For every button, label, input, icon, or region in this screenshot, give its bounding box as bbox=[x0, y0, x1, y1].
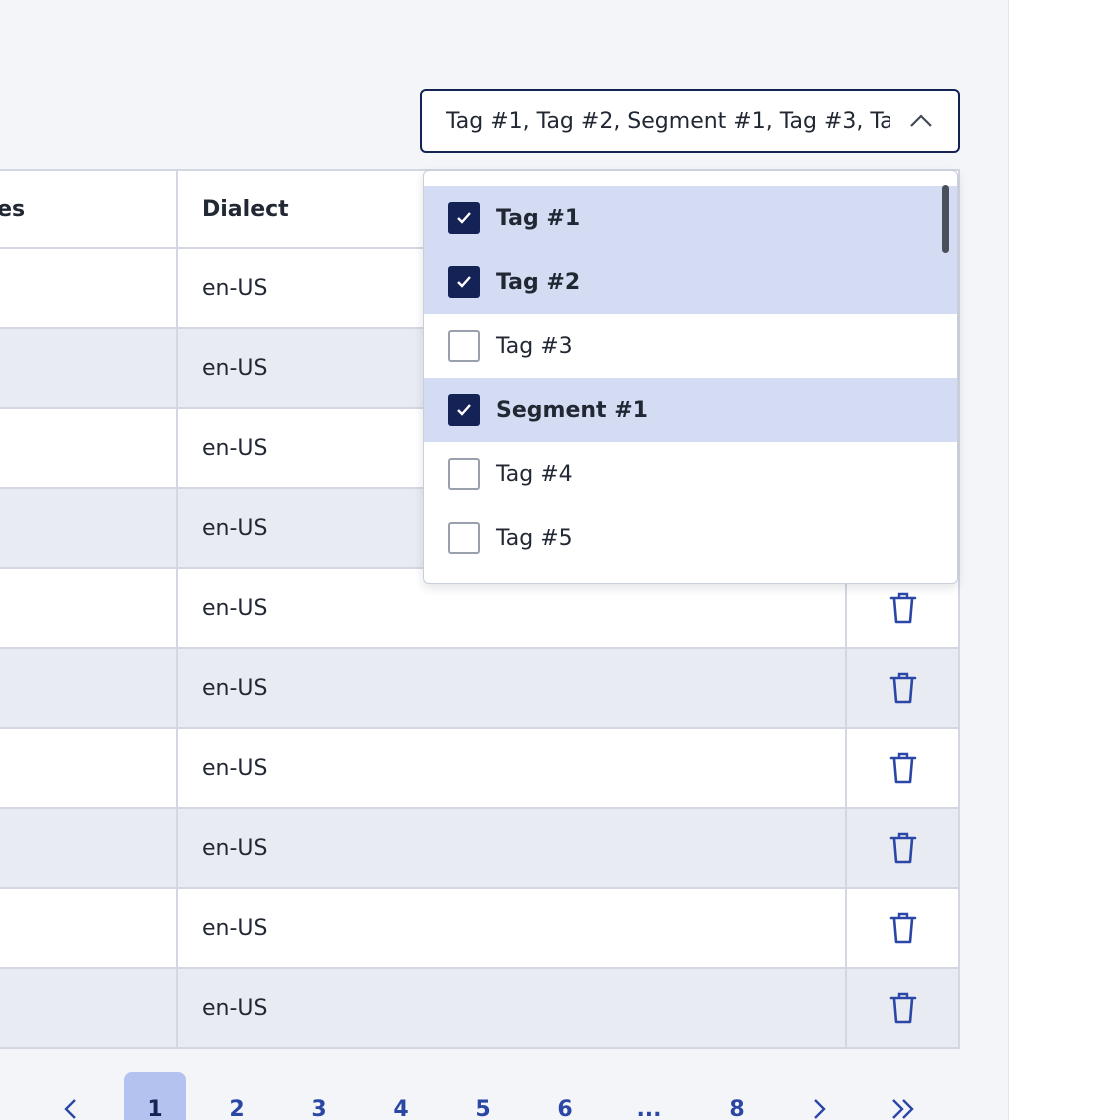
tag-filter-select[interactable]: Tag #1, Tag #2, Segment #1, Tag #3, Ta..… bbox=[420, 89, 960, 153]
chevron-right-icon bbox=[814, 1099, 826, 1119]
phrases-cell bbox=[0, 969, 178, 1047]
trash-icon[interactable] bbox=[888, 911, 918, 945]
table-row: en-US bbox=[0, 729, 958, 809]
checkmark-icon bbox=[457, 404, 471, 416]
option-checkbox[interactable] bbox=[448, 202, 480, 234]
option-label: Segment #1 bbox=[496, 397, 648, 423]
double-chevron-right-icon bbox=[892, 1099, 914, 1119]
page-button[interactable]: 6 bbox=[534, 1072, 596, 1120]
dropdown-option[interactable]: Segment #1 bbox=[424, 378, 957, 442]
phrases-cell bbox=[0, 249, 178, 327]
table-row: en-US bbox=[0, 809, 958, 889]
page-button[interactable]: 3 bbox=[288, 1072, 350, 1120]
dropdown-scrollbar[interactable] bbox=[942, 185, 949, 253]
phrases-cell bbox=[0, 729, 178, 807]
last-page-button[interactable] bbox=[872, 1072, 934, 1120]
table-row: en-US bbox=[0, 969, 958, 1049]
chevron-up-icon bbox=[910, 114, 932, 127]
dialect-cell: en-US bbox=[178, 969, 847, 1047]
option-checkbox[interactable] bbox=[448, 330, 480, 362]
page-ellipsis: ... bbox=[636, 1096, 662, 1120]
table-row: en-US bbox=[0, 649, 958, 729]
option-label: Tag #5 bbox=[496, 525, 573, 551]
chevron-left-icon bbox=[64, 1099, 76, 1119]
option-label: Tag #4 bbox=[496, 461, 573, 487]
option-checkbox[interactable] bbox=[448, 394, 480, 426]
table-row: en-US bbox=[0, 889, 958, 969]
dialect-cell: en-US bbox=[178, 729, 847, 807]
phrases-cell bbox=[0, 649, 178, 727]
dialect-cell: en-US bbox=[178, 809, 847, 887]
trash-icon[interactable] bbox=[888, 751, 918, 785]
dialect-cell: en-US bbox=[178, 649, 847, 727]
trash-icon[interactable] bbox=[888, 591, 918, 625]
option-checkbox[interactable] bbox=[448, 522, 480, 554]
page-button[interactable]: 8 bbox=[706, 1072, 768, 1120]
option-checkbox[interactable] bbox=[448, 266, 480, 298]
prev-page-button[interactable] bbox=[40, 1072, 102, 1120]
pagination: 1 2 3 4 5 6... 8 bbox=[0, 1072, 1000, 1120]
phrases-cell bbox=[0, 489, 178, 567]
phrases-cell bbox=[0, 889, 178, 967]
option-checkbox[interactable] bbox=[448, 458, 480, 490]
trash-icon[interactable] bbox=[888, 991, 918, 1025]
side-panel bbox=[1008, 0, 1120, 1120]
option-label: Tag #3 bbox=[496, 333, 573, 359]
phrases-cell bbox=[0, 569, 178, 647]
dropdown-option[interactable]: Tag #5 bbox=[424, 506, 957, 570]
option-label: Tag #2 bbox=[496, 269, 581, 295]
delete-cell bbox=[847, 809, 958, 887]
dropdown-option[interactable]: Tag #3 bbox=[424, 314, 957, 378]
trash-icon[interactable] bbox=[888, 831, 918, 865]
page-button[interactable]: 1 bbox=[124, 1072, 186, 1120]
dialect-cell: en-US bbox=[178, 889, 847, 967]
delete-cell bbox=[847, 969, 958, 1047]
dropdown-option[interactable]: Tag #1 bbox=[424, 186, 957, 250]
checkmark-icon bbox=[457, 212, 471, 224]
phrases-cell bbox=[0, 409, 178, 487]
phrases-cell bbox=[0, 329, 178, 407]
page-button[interactable]: 5 bbox=[452, 1072, 514, 1120]
delete-cell bbox=[847, 889, 958, 967]
tag-filter-value: Tag #1, Tag #2, Segment #1, Tag #3, Ta..… bbox=[446, 108, 890, 134]
dropdown-option[interactable]: Tag #4 bbox=[424, 442, 957, 506]
page-button[interactable]: 4 bbox=[370, 1072, 432, 1120]
dropdown-option[interactable]: Tag #2 bbox=[424, 250, 957, 314]
page-button[interactable]: 2 bbox=[206, 1072, 268, 1120]
delete-cell bbox=[847, 729, 958, 807]
option-label: Tag #1 bbox=[496, 205, 581, 231]
trash-icon[interactable] bbox=[888, 671, 918, 705]
tag-filter-dropdown: Tag #1 Tag #2 Tag #3 Segment #1 Tag #4 Tag #5 bbox=[423, 170, 958, 584]
column-header-phrases: ses bbox=[0, 171, 178, 247]
checkmark-icon bbox=[457, 276, 471, 288]
next-page-button[interactable] bbox=[788, 1072, 850, 1120]
delete-cell bbox=[847, 649, 958, 727]
phrases-cell bbox=[0, 809, 178, 887]
